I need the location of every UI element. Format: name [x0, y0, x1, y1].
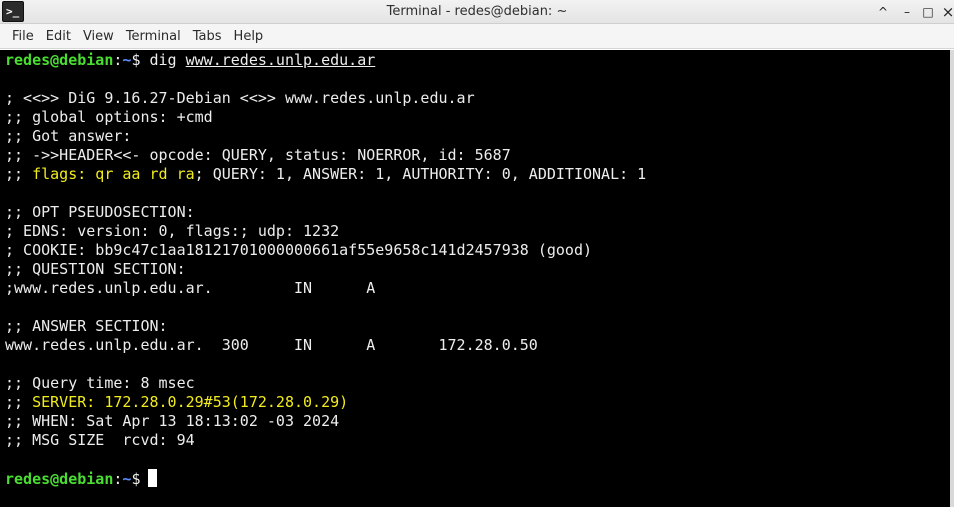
menu-view[interactable]: View: [77, 24, 120, 49]
menu-tabs[interactable]: Tabs: [187, 24, 228, 49]
command-line: redes@debian:~$ dig www.redes.unlp.edu.a…: [5, 51, 646, 70]
text-cursor: [148, 469, 158, 487]
window-title: Terminal - redes@debian: ~: [386, 4, 568, 19]
output-line: ;; Got answer:: [5, 127, 132, 145]
output-line: ;; SERVER: 172.28.0.29#53(172.28.0.29): [5, 393, 646, 412]
maximize-button[interactable]: □: [919, 3, 937, 21]
server-prefix: ;;: [5, 393, 33, 411]
menu-terminal[interactable]: Terminal: [120, 24, 187, 49]
command-url-link[interactable]: www.redes.unlp.edu.ar: [186, 51, 376, 69]
output-line: ;www.redes.unlp.edu.ar. IN A: [5, 279, 376, 297]
output-line: ;; ->>HEADER<<- opcode: QUERY, status: N…: [5, 146, 511, 164]
scrollbar[interactable]: [950, 50, 954, 507]
prompt-user-host: redes@debian: [5, 470, 114, 488]
output-line: ; COOKIE: bb9c47c1aa18121701000000661af5…: [5, 241, 592, 259]
title-bar[interactable]: >_ Terminal - redes@debian: ~ ^ – □ ×: [0, 0, 954, 24]
menu-file[interactable]: File: [6, 24, 40, 49]
menu-bar: File Edit View Terminal Tabs Help: [0, 24, 954, 49]
output-line: ;; flags: qr aa rd ra; QUERY: 1, ANSWER:…: [5, 165, 646, 184]
output-line: ;; ANSWER SECTION:: [5, 317, 168, 335]
flags-rest: ; QUERY: 1, ANSWER: 1, AUTHORITY: 0, ADD…: [194, 165, 647, 183]
output-line: www.redes.unlp.edu.ar. 300 IN A 172.28.0…: [5, 336, 538, 354]
output-line: ; EDNS: version: 0, flags:; udp: 1232: [5, 222, 340, 240]
menu-help[interactable]: Help: [228, 24, 270, 49]
output-line: ;; WHEN: Sat Apr 13 18:13:02 -03 2024: [5, 412, 340, 430]
flags-text: flags: qr aa rd ra: [32, 165, 195, 183]
server-text: SERVER: 172.28.0.29#53(172.28.0.29): [32, 393, 349, 411]
output-line: ;; Query time: 8 msec: [5, 374, 195, 392]
close-button[interactable]: ×: [939, 3, 954, 21]
current-prompt-line: redes@debian:~$: [5, 469, 646, 488]
menu-edit[interactable]: Edit: [40, 24, 77, 49]
output-line: ; <<>> DiG 9.16.27-Debian <<>> www.redes…: [5, 89, 475, 107]
output-line: ;; QUESTION SECTION:: [5, 260, 186, 278]
prompt-symbol: $: [131, 470, 141, 488]
output-line: ;; global options: +cmd: [5, 108, 213, 126]
output-line: ;; OPT PSEUDOSECTION:: [5, 203, 195, 221]
prompt-user-host: redes@debian: [5, 51, 114, 69]
command-text: dig: [140, 51, 186, 69]
terminal-area[interactable]: redes@debian:~$ dig www.redes.unlp.edu.a…: [0, 50, 950, 507]
collapse-button[interactable]: ^: [874, 3, 892, 21]
output-line: ;; MSG SIZE rcvd: 94: [5, 431, 195, 449]
minimize-button[interactable]: –: [898, 3, 916, 21]
flags-prefix: ;;: [5, 165, 33, 183]
